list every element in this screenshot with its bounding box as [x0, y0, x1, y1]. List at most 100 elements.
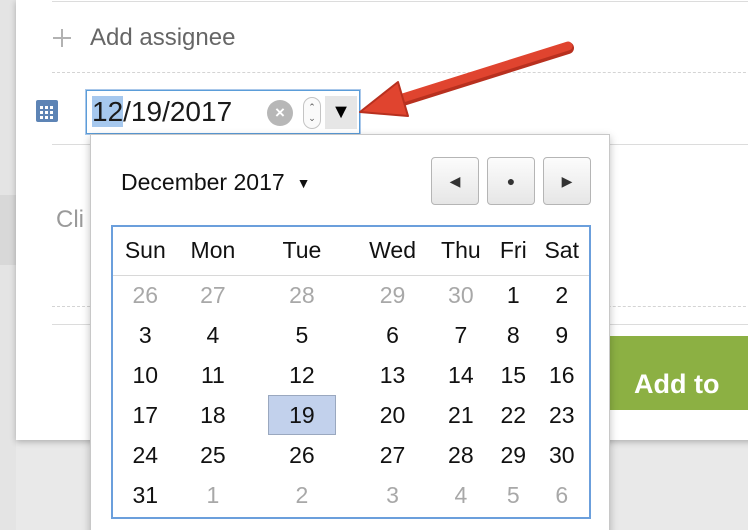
- calendar-day[interactable]: 10: [113, 355, 178, 395]
- calendar-day[interactable]: 2: [534, 275, 589, 315]
- calendar-day-label[interactable]: 28: [448, 442, 474, 468]
- spin-up-icon[interactable]: ⌃: [304, 102, 320, 113]
- calendar-day-label[interactable]: 27: [380, 442, 406, 468]
- calendar-day-label[interactable]: 1: [207, 482, 220, 508]
- calendar-day[interactable]: 6: [534, 475, 589, 515]
- calendar-day-label[interactable]: 22: [501, 402, 527, 428]
- date-month-segment[interactable]: 12: [92, 96, 124, 127]
- calendar-day[interactable]: 20: [356, 395, 430, 435]
- clear-date-button[interactable]: ×: [267, 100, 293, 126]
- calendar-day-label[interactable]: 10: [133, 362, 159, 388]
- next-month-button[interactable]: ▶: [543, 157, 591, 205]
- calendar-day-label[interactable]: 31: [133, 482, 159, 508]
- calendar-day-label[interactable]: 5: [507, 482, 520, 508]
- calendar-day-label[interactable]: 14: [448, 362, 474, 388]
- calendar-week-row: 24 25 26 27 28 29 30: [113, 435, 589, 475]
- calendar-day-label[interactable]: 26: [289, 442, 315, 468]
- calendar-day[interactable]: 15: [492, 355, 534, 395]
- add-assignee-button[interactable]: Add assignee: [52, 20, 235, 56]
- calendar-day[interactable]: 21: [430, 395, 493, 435]
- calendar-day-label[interactable]: 12: [289, 362, 315, 388]
- calendar-day-label[interactable]: 29: [501, 442, 527, 468]
- calendar-day[interactable]: 22: [492, 395, 534, 435]
- calendar-day[interactable]: 28: [248, 275, 355, 315]
- calendar-day-label[interactable]: 1: [507, 282, 520, 308]
- calendar-day-label[interactable]: 20: [380, 402, 406, 428]
- calendar-day[interactable]: 5: [248, 315, 355, 355]
- date-rest-segment[interactable]: /19/2017: [123, 96, 232, 127]
- calendar-day-label[interactable]: 30: [549, 442, 575, 468]
- calendar-day[interactable]: 28: [430, 435, 493, 475]
- calendar-day[interactable]: 26: [113, 275, 178, 315]
- calendar-day[interactable]: 13: [356, 355, 430, 395]
- calendar-day[interactable]: 30: [534, 435, 589, 475]
- calendar-day[interactable]: 16: [534, 355, 589, 395]
- calendar-day[interactable]: 3: [356, 475, 430, 515]
- comment-placeholder[interactable]: Cli: [56, 206, 84, 234]
- calendar-day-label[interactable]: 28: [289, 282, 315, 308]
- calendar-day-label[interactable]: 4: [454, 482, 467, 508]
- spin-down-icon[interactable]: ⌄: [304, 113, 320, 124]
- calendar-day[interactable]: 27: [178, 275, 249, 315]
- calendar-day-label[interactable]: 23: [549, 402, 575, 428]
- calendar-day[interactable]: 18: [178, 395, 249, 435]
- calendar-day[interactable]: 12: [248, 355, 355, 395]
- calendar-day-label[interactable]: 4: [207, 322, 220, 348]
- calendar-day[interactable]: 31: [113, 475, 178, 515]
- due-date-input[interactable]: 12/19/2017 × ⌃ ⌄ ▼: [86, 90, 360, 134]
- calendar-day-selected[interactable]: 19: [248, 395, 355, 435]
- calendar-day-label[interactable]: 17: [133, 402, 159, 428]
- calendar-day[interactable]: 29: [356, 275, 430, 315]
- calendar-day[interactable]: 7: [430, 315, 493, 355]
- calendar-day-label[interactable]: 21: [448, 402, 474, 428]
- date-value[interactable]: 12/19/2017: [92, 95, 232, 129]
- calendar-day-label[interactable]: 15: [501, 362, 527, 388]
- calendar-day[interactable]: 9: [534, 315, 589, 355]
- calendar-day[interactable]: 2: [248, 475, 355, 515]
- calendar-day-label[interactable]: 29: [380, 282, 406, 308]
- calendar-day[interactable]: 14: [430, 355, 493, 395]
- calendar-day[interactable]: 24: [113, 435, 178, 475]
- calendar-day[interactable]: 25: [178, 435, 249, 475]
- calendar-day[interactable]: 1: [178, 475, 249, 515]
- calendar-day-label[interactable]: 6: [555, 482, 568, 508]
- date-spinner[interactable]: ⌃ ⌄: [303, 97, 321, 129]
- calendar-day[interactable]: 17: [113, 395, 178, 435]
- calendar-day-label[interactable]: 19: [267, 395, 336, 435]
- calendar-day-label[interactable]: 8: [507, 322, 520, 348]
- calendar-day[interactable]: 5: [492, 475, 534, 515]
- today-button[interactable]: ●: [487, 157, 535, 205]
- calendar-day[interactable]: 4: [178, 315, 249, 355]
- calendar-day[interactable]: 1: [492, 275, 534, 315]
- calendar-day-label[interactable]: 2: [555, 282, 568, 308]
- calendar-day[interactable]: 4: [430, 475, 493, 515]
- calendar-day-label[interactable]: 18: [200, 402, 226, 428]
- calendar-day-label[interactable]: 9: [555, 322, 568, 348]
- calendar-day-label[interactable]: 2: [296, 482, 309, 508]
- calendar-day-label[interactable]: 6: [386, 322, 399, 348]
- calendar-day-label[interactable]: 16: [549, 362, 575, 388]
- calendar-day-label[interactable]: 3: [386, 482, 399, 508]
- calendar-day-label[interactable]: 7: [454, 322, 467, 348]
- calendar-day[interactable]: 8: [492, 315, 534, 355]
- calendar-day[interactable]: 23: [534, 395, 589, 435]
- calendar-day-label[interactable]: 30: [448, 282, 474, 308]
- calendar-day[interactable]: 27: [356, 435, 430, 475]
- calendar-day[interactable]: 30: [430, 275, 493, 315]
- calendar-day[interactable]: 29: [492, 435, 534, 475]
- calendar-day-label[interactable]: 13: [380, 362, 406, 388]
- calendar-day-label[interactable]: 3: [139, 322, 152, 348]
- calendar-day-label[interactable]: 25: [200, 442, 226, 468]
- calendar-day[interactable]: 11: [178, 355, 249, 395]
- month-select[interactable]: December 2017 ▼: [121, 169, 311, 196]
- calendar-day-label[interactable]: 5: [296, 322, 309, 348]
- calendar-day-label[interactable]: 27: [200, 282, 226, 308]
- previous-month-button[interactable]: ◀: [431, 157, 479, 205]
- add-to-button[interactable]: Add to: [596, 336, 748, 410]
- calendar-day-label[interactable]: 11: [201, 362, 225, 388]
- calendar-day[interactable]: 26: [248, 435, 355, 475]
- calendar-day-label[interactable]: 26: [133, 282, 159, 308]
- calendar-day[interactable]: 3: [113, 315, 178, 355]
- calendar-day[interactable]: 6: [356, 315, 430, 355]
- calendar-day-label[interactable]: 24: [133, 442, 159, 468]
